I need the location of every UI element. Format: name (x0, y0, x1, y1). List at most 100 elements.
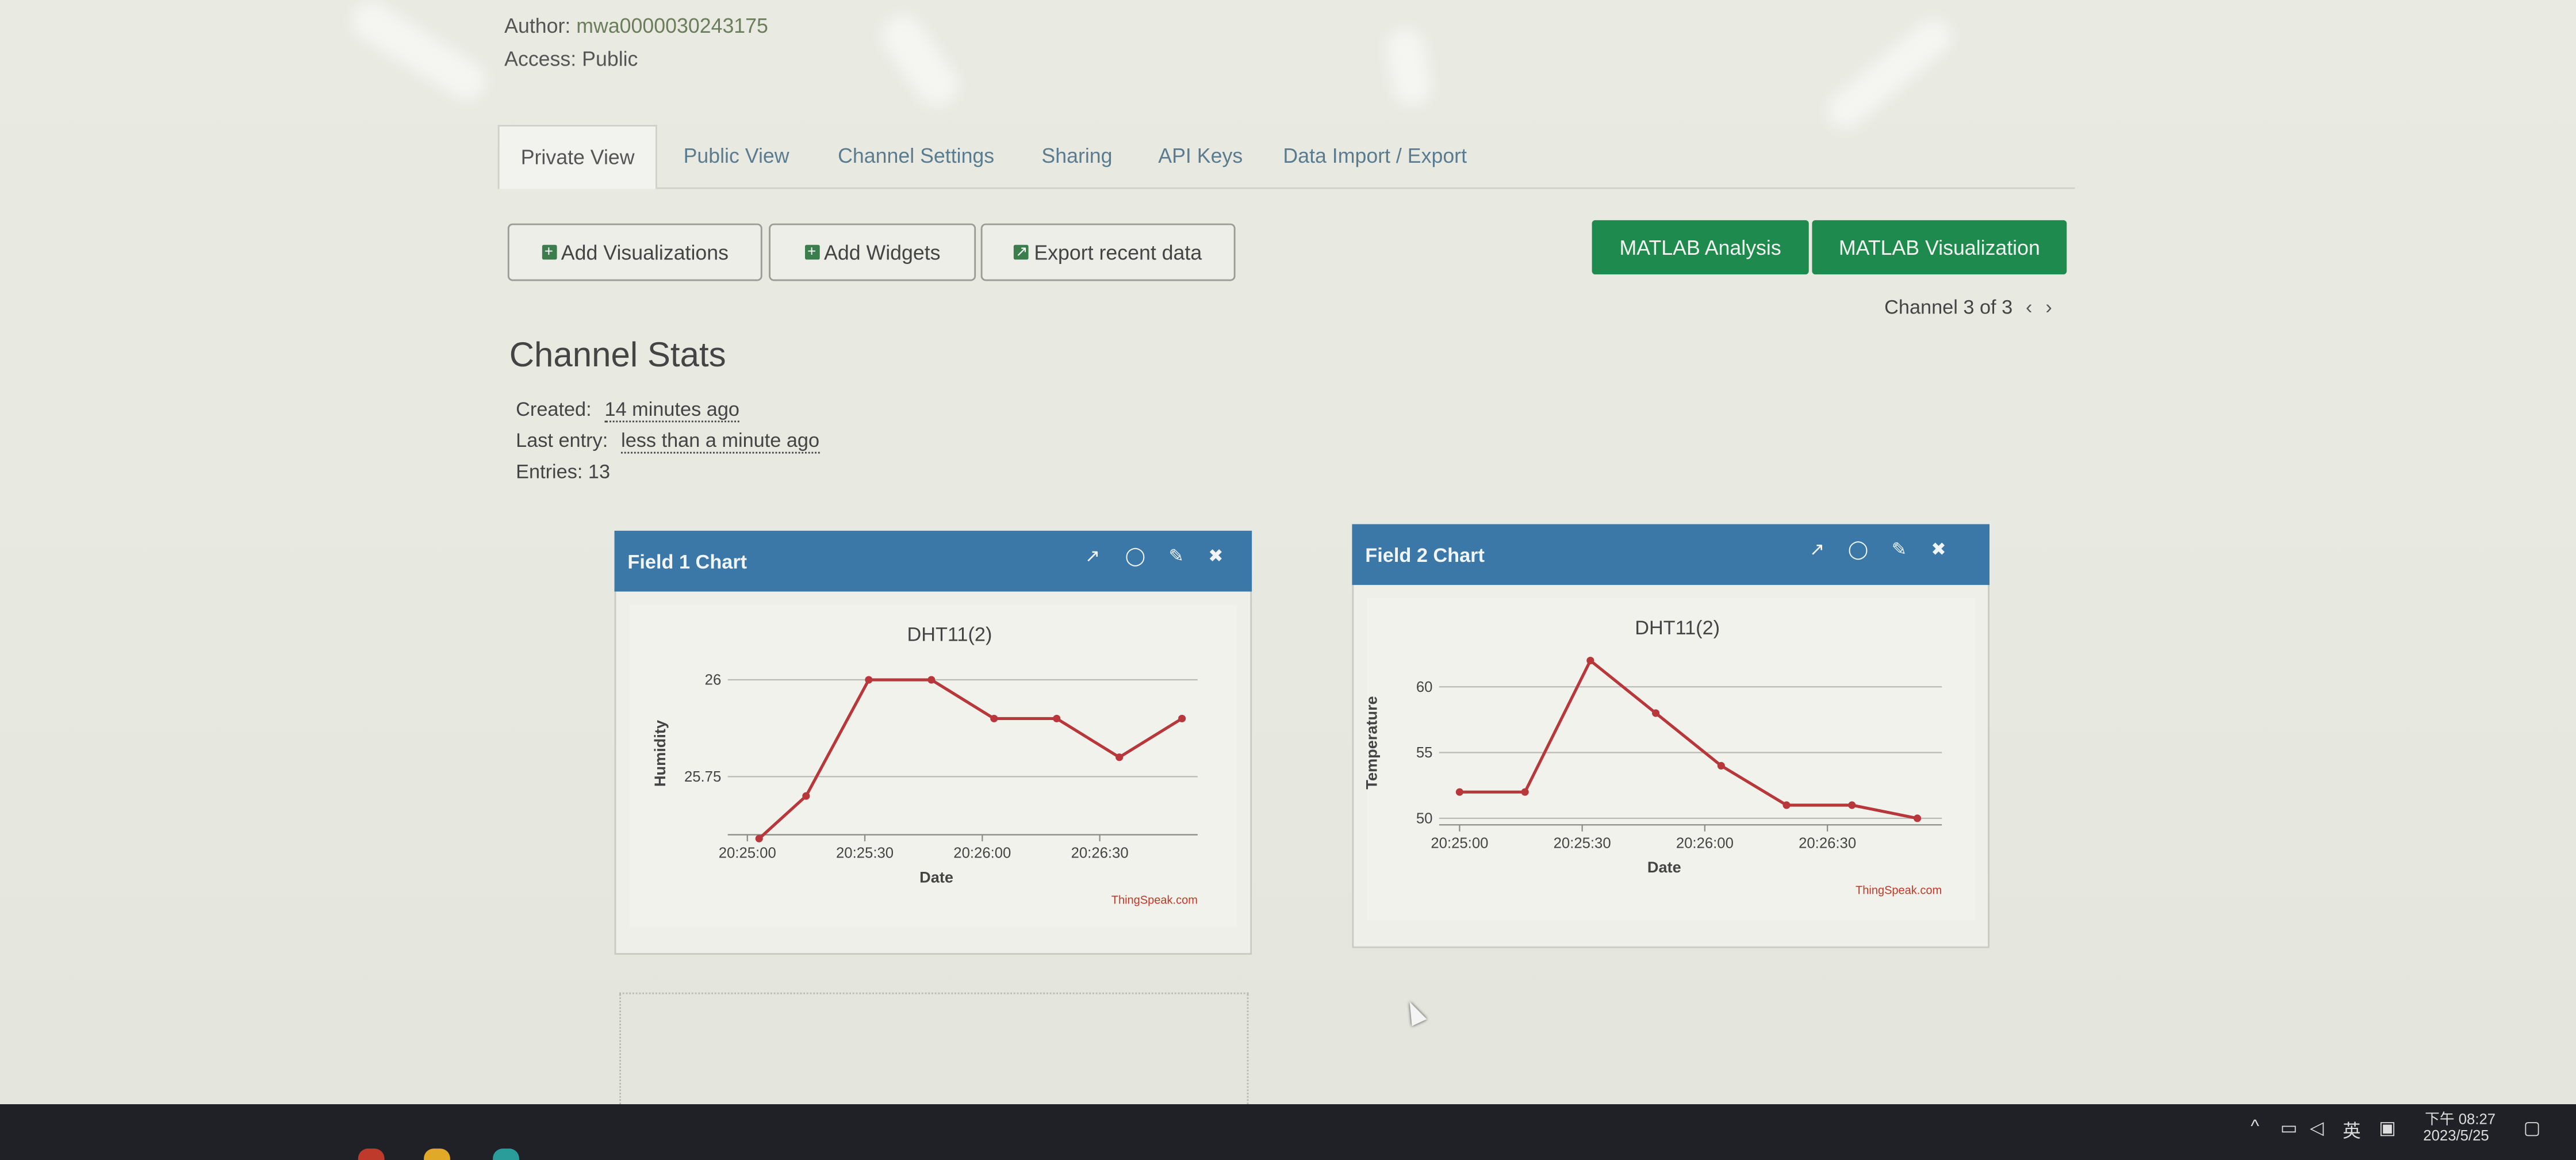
data-point (1782, 801, 1791, 809)
x-tick-label: 20:25:30 (836, 845, 894, 861)
data-point (1848, 801, 1856, 809)
channel-stats-title: Channel Stats (509, 336, 726, 375)
edit-icon[interactable]: ✎ (1888, 539, 1911, 560)
x-tick-label: 20:25:00 (1431, 835, 1488, 851)
last-entry-value: less than a minute ago (621, 428, 820, 454)
matlab-visualization-button[interactable]: MATLAB Visualization (1812, 220, 2067, 275)
data-point (1913, 814, 1922, 822)
widget-title: Field 2 Chart (1365, 543, 1485, 567)
data-point (1586, 657, 1594, 665)
chevron-right-icon[interactable]: › (2045, 296, 2052, 319)
screen-glare (1384, 28, 1433, 107)
entries-stat: Entries: 13 (516, 460, 611, 483)
screen-glare (346, 0, 492, 106)
clock-time[interactable]: 下午 08:27 (2425, 1108, 2496, 1129)
last-entry-stat: Last entry: less than a minute ago (516, 428, 820, 454)
screen-glare (1822, 14, 1957, 135)
chart-credit: ThingSpeak.com (1856, 884, 1942, 897)
y-tick-label: 26 (705, 672, 722, 688)
notification-icon[interactable]: ▢ (2524, 1117, 2541, 1139)
x-tick-label: 20:26:00 (953, 845, 1011, 861)
mouse-cursor (1402, 998, 1427, 1027)
tab-channel-settings[interactable]: Channel Settings (816, 125, 1015, 187)
folder-icon[interactable] (424, 1148, 450, 1160)
add-widgets-label: Add Widgets (824, 240, 941, 264)
access-line: Access: Public (504, 48, 638, 71)
channel-pager-label: Channel 3 of 3 (1884, 296, 2013, 319)
x-tick-label: 20:25:00 (719, 845, 776, 861)
export-icon: ↗ (1014, 244, 1029, 260)
export-recent-data-label: Export recent data (1034, 240, 1202, 264)
channel-pager: Channel 3 of 3 ‹ › (1884, 296, 2052, 319)
app-icon[interactable] (493, 1148, 519, 1160)
add-widgets-button[interactable]: + Add Widgets (769, 223, 976, 281)
comment-icon[interactable]: ◯ (1124, 546, 1147, 566)
access-value: Public (582, 47, 638, 71)
tab-public-view[interactable]: Public View (662, 125, 810, 187)
chart-title: DHT11(2) (907, 623, 992, 645)
created-label: Created: (516, 397, 592, 421)
close-icon[interactable]: ✖ (1927, 539, 1950, 560)
x-tick-label: 20:26:30 (1799, 835, 1856, 851)
data-point (1116, 753, 1124, 761)
access-label: Access: (504, 47, 577, 71)
y-tick-label: 55 (1416, 745, 1433, 761)
open-window-icon[interactable]: ↗ (1805, 539, 1828, 560)
edit-icon[interactable]: ✎ (1165, 546, 1188, 566)
clock-date[interactable]: 2023/5/25 (2423, 1127, 2489, 1144)
tab-sharing[interactable]: Sharing (1020, 125, 1133, 187)
y-tick-label: 25.75 (684, 769, 721, 785)
field-2-chart: DHT11(2) 50 55 60 20:25:00 20:25:30 20:26:00 20… (1362, 598, 1975, 920)
data-point (1178, 714, 1186, 722)
y-axis-label: Temperature (1362, 696, 1380, 789)
channel-tabs: Private View Public View Channel Setting… (497, 125, 2075, 189)
add-visualizations-button[interactable]: + Add Visualizations (507, 223, 762, 281)
data-point (927, 676, 936, 684)
export-recent-data-button[interactable]: ↗ Export recent data (980, 223, 1236, 281)
tray-chevron-icon[interactable]: ^ (2251, 1117, 2259, 1137)
x-tick-label: 20:26:00 (1676, 835, 1734, 851)
matlab-analysis-button[interactable]: MATLAB Analysis (1592, 220, 1809, 275)
y-tick-label: 60 (1416, 679, 1433, 695)
widget-header: Field 1 Chart ↗ ◯ ✎ ✖ (614, 530, 1252, 592)
field-1-chart: DHT11(2) 25.75 26 20:25:00 20:25:30 20:26:00 2… (629, 604, 1237, 927)
chrome-icon[interactable] (358, 1148, 385, 1160)
x-tick-label: 20:26:30 (1071, 845, 1129, 861)
data-point (990, 714, 998, 722)
data-point (1521, 788, 1529, 796)
screen-viewport: Author: mwa0000030243175 Access: Public … (0, 0, 2576, 1160)
widget-title: Field 1 Chart (627, 550, 747, 574)
comment-icon[interactable]: ◯ (1846, 539, 1869, 560)
ime-icon[interactable]: ▣ (2379, 1117, 2396, 1139)
field-2-chart-widget: Field 2 Chart ↗ ◯ ✎ ✖ DHT11(2) 50 55 60 20:2… (1352, 524, 1989, 948)
tab-private-view[interactable]: Private View (497, 125, 658, 189)
x-tick-label: 20:25:30 (1554, 835, 1611, 851)
data-point (1652, 709, 1660, 717)
data-point (755, 834, 763, 843)
open-window-icon[interactable]: ↗ (1081, 546, 1104, 566)
volume-icon[interactable]: ◁ (2310, 1117, 2324, 1139)
author-line: Author: mwa0000030243175 (504, 15, 768, 38)
chart-credit: ThingSpeak.com (1111, 894, 1198, 906)
windows-taskbar: ^ ▭ ◁ 英 ▣ 下午 08:27 2023/5/25 ▢ (0, 1104, 2576, 1160)
plus-icon: + (804, 244, 819, 260)
input-language[interactable]: 英 (2343, 1117, 2360, 1144)
y-tick-label: 50 (1416, 810, 1433, 826)
data-point (1717, 761, 1725, 769)
x-axis-label: Date (1647, 858, 1681, 876)
tab-data-import-export[interactable]: Data Import / Export (1262, 125, 1488, 187)
data-point (1455, 788, 1463, 796)
data-point (865, 676, 873, 684)
x-axis-label: Date (919, 868, 953, 886)
author-link[interactable]: mwa0000030243175 (576, 15, 768, 38)
close-icon[interactable]: ✖ (1204, 546, 1227, 566)
chart-title: DHT11(2) (1635, 617, 1720, 639)
chevron-left-icon[interactable]: ‹ (2026, 296, 2032, 319)
author-label: Author: (504, 14, 571, 38)
tab-api-keys[interactable]: API Keys (1137, 125, 1264, 187)
plus-icon: + (541, 244, 557, 260)
last-entry-label: Last entry: (516, 428, 608, 452)
data-point (802, 792, 810, 800)
network-icon[interactable]: ▭ (2280, 1117, 2298, 1139)
field-1-chart-widget: Field 1 Chart ↗ ◯ ✎ ✖ DHT11(2) 25.75 26 20:… (614, 530, 1252, 955)
